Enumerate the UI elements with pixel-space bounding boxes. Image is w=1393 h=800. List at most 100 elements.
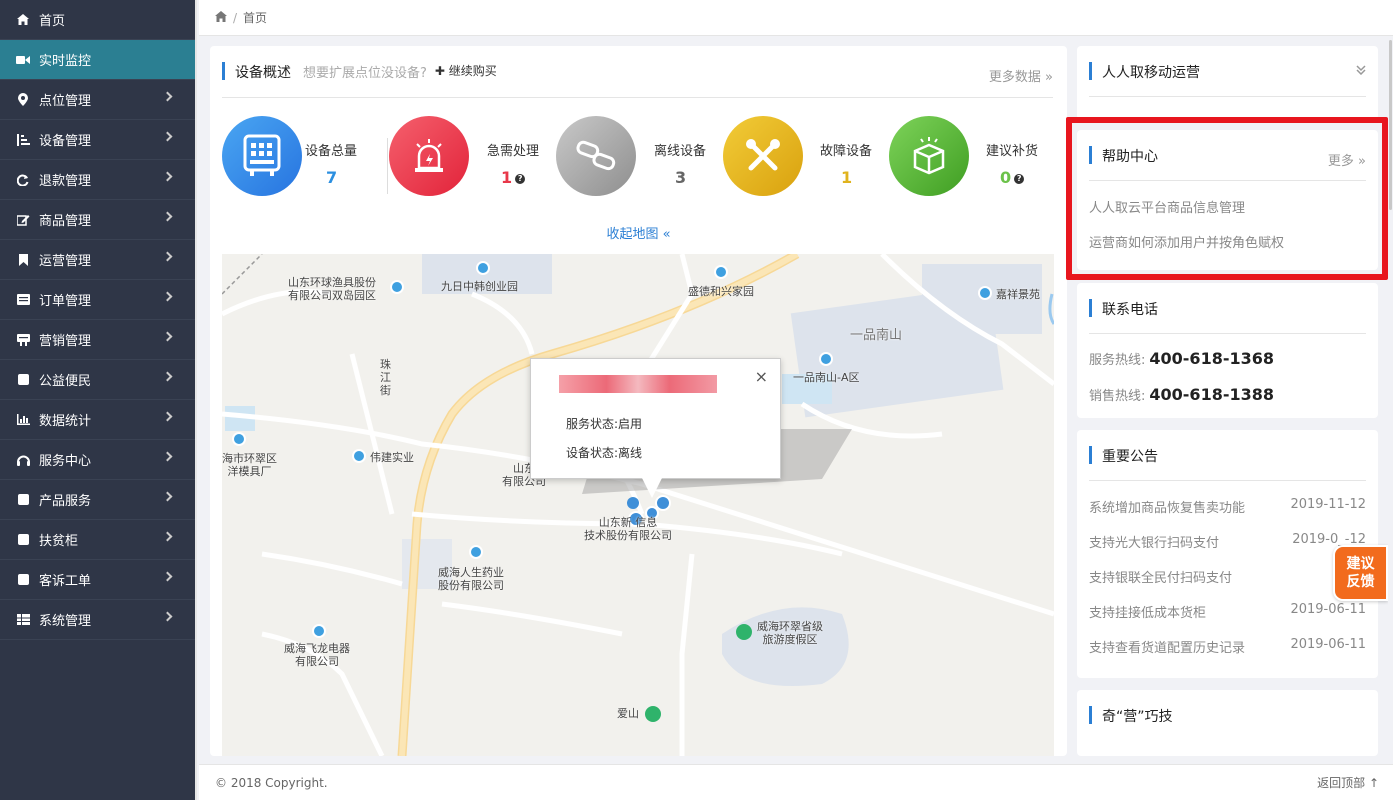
notice-item[interactable]: 支持光大银行扫码支付 2019-0_-12 — [1089, 532, 1366, 551]
redacted-device-name — [559, 375, 717, 393]
map-label: 爱山 — [617, 707, 639, 720]
sidebar-item[interactable]: 运营管理 — [0, 240, 195, 280]
feedback-line1: 建议 — [1346, 556, 1375, 572]
chevron-right-icon — [162, 171, 173, 182]
notice-item[interactable]: 支持挂接低成本货柜 2019-06-11 — [1089, 602, 1366, 621]
stat-label: 故障设备 — [820, 144, 873, 159]
sidebar-item[interactable]: 实时监控 — [0, 40, 195, 80]
overview-subtitle: 想要扩展点位没设备? — [303, 66, 427, 81]
home-icon[interactable] — [215, 10, 227, 25]
sidebar-item[interactable]: 扶贫柜 — [0, 520, 195, 560]
help-icon[interactable]: ? — [1014, 173, 1025, 184]
tips-header: 奇“营”巧技 — [1089, 706, 1366, 741]
copyright-text: © 2018 Copyright. — [215, 775, 328, 790]
collapse-map-link[interactable]: 收起地图 « — [210, 223, 1067, 242]
stat-fault[interactable]: 故障设备 1 — [723, 116, 873, 196]
map-label: 珠江街 — [380, 358, 391, 397]
sidebar-item[interactable]: 营销管理 — [0, 320, 195, 360]
sidebar-item[interactable]: 设备管理 — [0, 120, 195, 160]
contact-header: 联系电话 — [1089, 299, 1366, 334]
device-overview-panel: 设备概述 想要扩展点位没设备? ✚ 继续购买 更多数据 » 设备总量 7 急需处… — [210, 46, 1067, 756]
stat-urgent[interactable]: 急需处理 1? — [389, 116, 539, 196]
notice-date: 2019-06-11 — [1290, 602, 1366, 617]
service-hotline-key: 服务热线: — [1089, 353, 1146, 368]
notice-item[interactable]: 支持银联全民付扫码支付2019 — [1089, 567, 1366, 586]
title-accent-bar — [1089, 299, 1092, 317]
sidebar-item[interactable]: 订单管理 — [0, 280, 195, 320]
sidebar-item[interactable]: 数据统计 — [0, 400, 195, 440]
map-roads — [222, 254, 1054, 756]
continue-buy-link[interactable]: ✚ 继续购买 — [435, 62, 497, 79]
vending-machine-icon — [222, 116, 302, 196]
sidebar-item-label: 运营管理 — [39, 254, 92, 269]
notice-text: 支持光大银行扫码支付 — [1089, 536, 1220, 551]
refresh-icon — [16, 173, 30, 187]
contact-panel: 联系电话 服务热线: 400-618-1368 销售热线: 400-618-1388 — [1077, 283, 1378, 418]
chevron-right-icon — [162, 251, 173, 262]
device-status-value: 离线 — [618, 446, 643, 460]
square-icon — [16, 373, 30, 387]
sidebar-item[interactable]: 商品管理 — [0, 200, 195, 240]
feedback-button[interactable]: 建议 反馈 — [1333, 545, 1388, 601]
sidebar-item-label: 产品服务 — [39, 494, 92, 509]
overview-title: 设备概述 — [235, 65, 291, 81]
back-to-top-link[interactable]: 返回顶部 ↑ — [1317, 774, 1379, 791]
notice-header: 重要公告 — [1089, 446, 1366, 481]
poi-marker-icon[interactable] — [390, 280, 404, 294]
map-label: 九日中韩创业园 — [441, 280, 518, 293]
sidebar-item[interactable]: 首页 — [0, 0, 195, 40]
notice-text: 支持挂接低成本货柜 — [1089, 606, 1207, 621]
sidebar-item[interactable]: 系统管理 — [0, 600, 195, 640]
notice-date: 2019-11-12 — [1290, 497, 1366, 512]
sidebar-item[interactable]: 产品服务 — [0, 480, 195, 520]
sidebar-item-label: 系统管理 — [39, 614, 92, 629]
chevron-down-icon[interactable] — [1356, 64, 1366, 79]
notice-date: 2019-06-11 — [1290, 637, 1366, 652]
sidebar-item[interactable]: 客诉工单 — [0, 560, 195, 600]
stat-value: 1 — [501, 168, 513, 187]
mobile-ops-panel[interactable]: 人人取移动运营 — [1077, 46, 1378, 120]
map-label: 嘉祥景苑 — [996, 288, 1040, 301]
map-label: 一品南山 — [850, 328, 903, 343]
notice-item[interactable]: 支持查看货道配置历史记录 2019-06-11 — [1089, 637, 1366, 656]
chevron-right-icon — [162, 451, 173, 462]
help-icon[interactable]: ? — [515, 173, 526, 184]
sidebar-item-label: 实时监控 — [39, 54, 92, 69]
sort-icon — [16, 133, 30, 147]
poi-marker-icon[interactable] — [819, 352, 833, 366]
stat-restock[interactable]: 建议补货 0? — [889, 116, 1049, 196]
poi-marker-icon[interactable] — [469, 545, 483, 559]
sidebar-item-label: 数据统计 — [39, 414, 92, 429]
footer: © 2018 Copyright. 返回顶部 ↑ — [199, 764, 1393, 800]
stat-total-devices[interactable]: 设备总量 7 — [222, 116, 372, 196]
mobile-ops-title: 人人取移动运营 — [1102, 65, 1200, 81]
poi-marker-icon[interactable] — [476, 261, 490, 275]
edit-icon — [16, 213, 30, 227]
bar-chart-icon — [16, 413, 30, 427]
breadcrumb-current: 首页 — [243, 11, 268, 25]
tips-panel: 奇“营”巧技 — [1077, 690, 1378, 756]
poi-marker-icon[interactable] — [232, 432, 246, 446]
map-label: 威海环翠省级 旅游度假区 — [757, 620, 823, 646]
poi-marker-icon[interactable] — [978, 286, 992, 300]
chevron-right-icon — [162, 411, 173, 422]
sales-hotline-key: 销售热线: — [1089, 389, 1146, 404]
chevron-right-icon — [162, 491, 173, 502]
poi-marker-icon[interactable] — [714, 265, 728, 279]
chevron-right-icon — [162, 371, 173, 382]
notice-item[interactable]: 系统增加商品恢复售卖功能 2019-11-12 — [1089, 497, 1366, 516]
sidebar-item[interactable]: 服务中心 — [0, 440, 195, 480]
more-data-link[interactable]: 更多数据 » — [989, 66, 1053, 85]
service-status-value: 启用 — [618, 417, 643, 431]
stat-value: 1 — [841, 168, 853, 187]
sidebar-item[interactable]: 退款管理 — [0, 160, 195, 200]
sidebar-item[interactable]: 公益便民 — [0, 360, 195, 400]
poi-marker-icon[interactable] — [312, 624, 326, 638]
poi-marker-icon[interactable] — [352, 449, 366, 463]
title-accent-bar — [1089, 62, 1092, 80]
close-icon[interactable]: × — [755, 367, 768, 386]
sidebar-item[interactable]: 点位管理 — [0, 80, 195, 120]
scrollbar-thumb[interactable] — [1389, 40, 1392, 210]
stat-offline[interactable]: 离线设备 3 — [556, 116, 706, 196]
map-view[interactable]: 山东环球渔具股份 有限公司双岛园区 九日中韩创业园 盛德和兴家园 嘉祥景苑 一品南… — [222, 254, 1054, 756]
